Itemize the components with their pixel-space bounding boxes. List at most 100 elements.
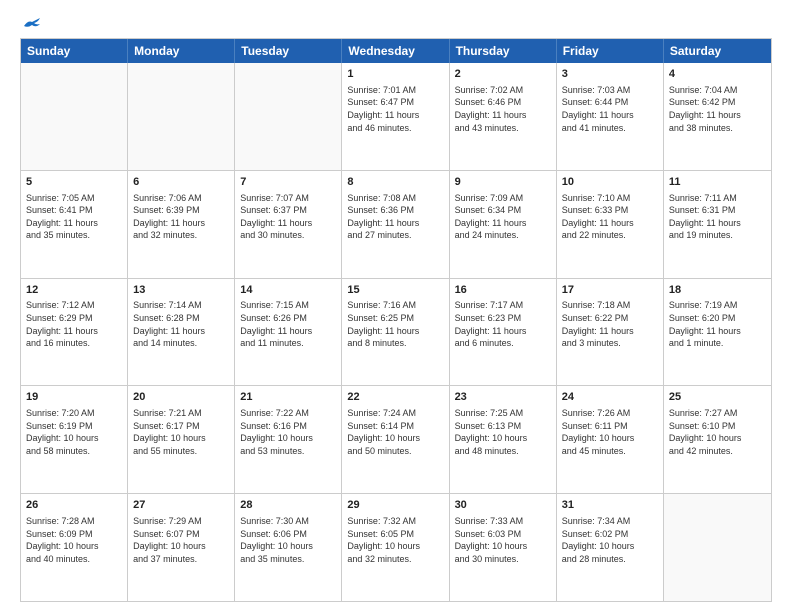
day-number: 9	[455, 175, 551, 190]
day-number: 7	[240, 175, 336, 190]
weekday-header-monday: Monday	[128, 39, 235, 63]
cell-info: Sunrise: 7:18 AM Sunset: 6:22 PM Dayligh…	[562, 299, 658, 349]
calendar-cell-3-3: 14Sunrise: 7:15 AM Sunset: 6:26 PM Dayli…	[235, 279, 342, 386]
calendar-cell-1-2	[128, 63, 235, 170]
weekday-header-saturday: Saturday	[664, 39, 771, 63]
day-number: 24	[562, 390, 658, 405]
day-number: 1	[347, 67, 443, 82]
calendar-cell-5-6: 31 Sunrise: 7:34 AM Sunset: 6:02 PM Dayli…	[557, 494, 664, 601]
cell-info: Sunrise: 7:09 AM Sunset: 6:34 PM Dayligh…	[455, 192, 551, 242]
day-number: 13	[133, 283, 229, 298]
day-number: 15	[347, 283, 443, 298]
day-number: 14	[240, 283, 336, 298]
calendar-row-3: 12Sunrise: 7:12 AM Sunset: 6:29 PM Dayli…	[21, 278, 771, 386]
calendar-cell-5-7	[664, 494, 771, 601]
weekday-header-thursday: Thursday	[450, 39, 557, 63]
calendar-cell-2-1: 5 Sunrise: 7:05 AM Sunset: 6:41 PM Daylig…	[21, 171, 128, 278]
day-number: 25	[669, 390, 766, 405]
calendar-cell-3-2: 13Sunrise: 7:14 AM Sunset: 6:28 PM Dayli…	[128, 279, 235, 386]
calendar-cell-5-1: 26 Sunrise: 7:28 AM Sunset: 6:09 PM Dayli…	[21, 494, 128, 601]
cell-info: Sunrise: 7:27 AM Sunset: 6:10 PM Dayligh…	[669, 407, 766, 457]
calendar-cell-2-2: 6 Sunrise: 7:06 AM Sunset: 6:39 PM Daylig…	[128, 171, 235, 278]
cell-info: Sunrise: 7:17 AM Sunset: 6:23 PM Dayligh…	[455, 299, 551, 349]
logo-bird-icon	[22, 16, 42, 30]
cell-info: Sunrise: 7:20 AM Sunset: 6:19 PM Dayligh…	[26, 407, 122, 457]
cell-info: Sunrise: 7:01 AM Sunset: 6:47 PM Dayligh…	[347, 84, 443, 134]
calendar-cell-4-3: 21 Sunrise: 7:22 AM Sunset: 6:16 PM Dayli…	[235, 386, 342, 493]
day-number: 2	[455, 67, 551, 82]
calendar-row-4: 19 Sunrise: 7:20 AM Sunset: 6:19 PM Dayli…	[21, 385, 771, 493]
calendar-cell-4-6: 24 Sunrise: 7:26 AM Sunset: 6:11 PM Dayli…	[557, 386, 664, 493]
day-number: 22	[347, 390, 443, 405]
calendar-cell-2-5: 9 Sunrise: 7:09 AM Sunset: 6:34 PM Daylig…	[450, 171, 557, 278]
day-number: 4	[669, 67, 766, 82]
calendar-body: 1 Sunrise: 7:01 AM Sunset: 6:47 PM Daylig…	[21, 63, 771, 601]
cell-info: Sunrise: 7:12 AM Sunset: 6:29 PM Dayligh…	[26, 299, 122, 349]
calendar-cell-1-6: 3 Sunrise: 7:03 AM Sunset: 6:44 PM Daylig…	[557, 63, 664, 170]
day-number: 30	[455, 498, 551, 513]
header	[20, 16, 772, 30]
day-number: 20	[133, 390, 229, 405]
day-number: 31	[562, 498, 658, 513]
calendar-cell-5-3: 28Sunrise: 7:30 AM Sunset: 6:06 PM Dayli…	[235, 494, 342, 601]
cell-info: Sunrise: 7:03 AM Sunset: 6:44 PM Dayligh…	[562, 84, 658, 134]
calendar-cell-4-1: 19 Sunrise: 7:20 AM Sunset: 6:19 PM Dayli…	[21, 386, 128, 493]
cell-info: Sunrise: 7:16 AM Sunset: 6:25 PM Dayligh…	[347, 299, 443, 349]
calendar-cell-4-2: 20 Sunrise: 7:21 AM Sunset: 6:17 PM Dayli…	[128, 386, 235, 493]
cell-info: Sunrise: 7:22 AM Sunset: 6:16 PM Dayligh…	[240, 407, 336, 457]
calendar-cell-1-7: 4 Sunrise: 7:04 AM Sunset: 6:42 PM Daylig…	[664, 63, 771, 170]
day-number: 23	[455, 390, 551, 405]
calendar-cell-1-1	[21, 63, 128, 170]
day-number: 21	[240, 390, 336, 405]
day-number: 10	[562, 175, 658, 190]
day-number: 12	[26, 283, 122, 298]
cell-info: Sunrise: 7:24 AM Sunset: 6:14 PM Dayligh…	[347, 407, 443, 457]
calendar-cell-2-3: 7 Sunrise: 7:07 AM Sunset: 6:37 PM Daylig…	[235, 171, 342, 278]
day-number: 19	[26, 390, 122, 405]
day-number: 6	[133, 175, 229, 190]
day-number: 18	[669, 283, 766, 298]
cell-info: Sunrise: 7:10 AM Sunset: 6:33 PM Dayligh…	[562, 192, 658, 242]
day-number: 16	[455, 283, 551, 298]
calendar-row-1: 1 Sunrise: 7:01 AM Sunset: 6:47 PM Daylig…	[21, 63, 771, 170]
day-number: 17	[562, 283, 658, 298]
cell-info: Sunrise: 7:07 AM Sunset: 6:37 PM Dayligh…	[240, 192, 336, 242]
cell-info: Sunrise: 7:29 AM Sunset: 6:07 PM Dayligh…	[133, 515, 229, 565]
logo	[20, 16, 42, 30]
day-number: 8	[347, 175, 443, 190]
calendar-cell-2-4: 8Sunrise: 7:08 AM Sunset: 6:36 PM Daylig…	[342, 171, 449, 278]
page: SundayMondayTuesdayWednesdayThursdayFrid…	[0, 0, 792, 612]
cell-info: Sunrise: 7:21 AM Sunset: 6:17 PM Dayligh…	[133, 407, 229, 457]
day-number: 27	[133, 498, 229, 513]
calendar-cell-1-5: 2 Sunrise: 7:02 AM Sunset: 6:46 PM Daylig…	[450, 63, 557, 170]
calendar-cell-5-2: 27 Sunrise: 7:29 AM Sunset: 6:07 PM Dayli…	[128, 494, 235, 601]
calendar-cell-3-5: 16Sunrise: 7:17 AM Sunset: 6:23 PM Dayli…	[450, 279, 557, 386]
cell-info: Sunrise: 7:34 AM Sunset: 6:02 PM Dayligh…	[562, 515, 658, 565]
calendar-cell-3-1: 12Sunrise: 7:12 AM Sunset: 6:29 PM Dayli…	[21, 279, 128, 386]
cell-info: Sunrise: 7:02 AM Sunset: 6:46 PM Dayligh…	[455, 84, 551, 134]
calendar-cell-5-5: 30Sunrise: 7:33 AM Sunset: 6:03 PM Dayli…	[450, 494, 557, 601]
calendar-row-5: 26 Sunrise: 7:28 AM Sunset: 6:09 PM Dayli…	[21, 493, 771, 601]
calendar-row-2: 5 Sunrise: 7:05 AM Sunset: 6:41 PM Daylig…	[21, 170, 771, 278]
weekday-header-tuesday: Tuesday	[235, 39, 342, 63]
day-number: 5	[26, 175, 122, 190]
calendar-cell-1-4: 1 Sunrise: 7:01 AM Sunset: 6:47 PM Daylig…	[342, 63, 449, 170]
calendar-cell-4-4: 22 Sunrise: 7:24 AM Sunset: 6:14 PM Dayli…	[342, 386, 449, 493]
day-number: 3	[562, 67, 658, 82]
cell-info: Sunrise: 7:25 AM Sunset: 6:13 PM Dayligh…	[455, 407, 551, 457]
cell-info: Sunrise: 7:32 AM Sunset: 6:05 PM Dayligh…	[347, 515, 443, 565]
cell-info: Sunrise: 7:05 AM Sunset: 6:41 PM Dayligh…	[26, 192, 122, 242]
day-number: 26	[26, 498, 122, 513]
calendar: SundayMondayTuesdayWednesdayThursdayFrid…	[20, 38, 772, 602]
calendar-cell-3-4: 15Sunrise: 7:16 AM Sunset: 6:25 PM Dayli…	[342, 279, 449, 386]
day-number: 28	[240, 498, 336, 513]
cell-info: Sunrise: 7:26 AM Sunset: 6:11 PM Dayligh…	[562, 407, 658, 457]
cell-info: Sunrise: 7:28 AM Sunset: 6:09 PM Dayligh…	[26, 515, 122, 565]
calendar-cell-4-5: 23 Sunrise: 7:25 AM Sunset: 6:13 PM Dayli…	[450, 386, 557, 493]
weekday-header-wednesday: Wednesday	[342, 39, 449, 63]
cell-info: Sunrise: 7:04 AM Sunset: 6:42 PM Dayligh…	[669, 84, 766, 134]
calendar-cell-1-3	[235, 63, 342, 170]
calendar-cell-2-7: 11Sunrise: 7:11 AM Sunset: 6:31 PM Dayli…	[664, 171, 771, 278]
calendar-cell-2-6: 10 Sunrise: 7:10 AM Sunset: 6:33 PM Dayli…	[557, 171, 664, 278]
cell-info: Sunrise: 7:06 AM Sunset: 6:39 PM Dayligh…	[133, 192, 229, 242]
